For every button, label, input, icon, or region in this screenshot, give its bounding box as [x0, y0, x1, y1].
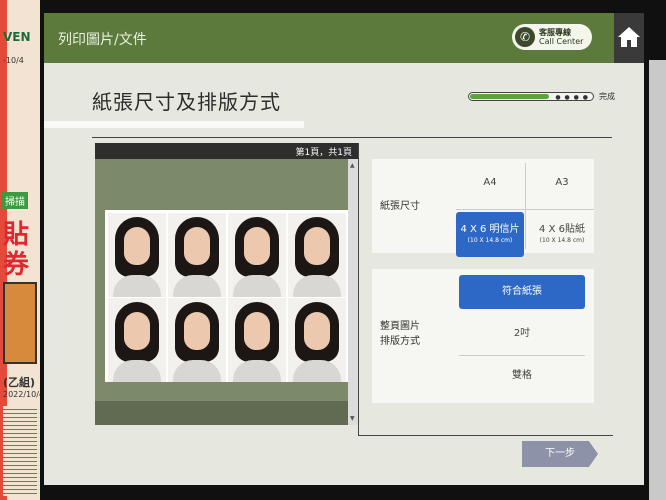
photo-face	[124, 312, 150, 350]
paper-size-label: 紙張尺寸	[380, 201, 420, 212]
progress-bar: ● ● ● ●	[468, 92, 594, 101]
page-title: 紙張尺寸及排版方式	[92, 90, 281, 114]
home-icon	[618, 27, 640, 47]
page-indicator: 第1頁，共1頁	[295, 148, 352, 158]
id-photo	[288, 298, 346, 382]
vertical-divider	[358, 143, 359, 435]
paper-size-a3-label: A3	[555, 177, 569, 188]
screen-glare	[44, 121, 304, 128]
photo-shoulders	[173, 275, 221, 297]
photo-shoulders	[233, 275, 281, 297]
paper-size-a3[interactable]: A3	[528, 163, 596, 208]
preview-header: 第1頁，共1頁	[95, 143, 358, 159]
photo-shoulders	[293, 360, 341, 382]
progress-fill	[470, 94, 549, 99]
id-photo	[168, 298, 226, 382]
id-photo	[228, 213, 286, 297]
layout-label-1: 整頁圖片	[380, 321, 420, 332]
layout-fit-paper[interactable]: 符合紙張	[459, 275, 585, 309]
layout-label-2: 排版方式	[380, 336, 420, 347]
paper-size-hsep	[456, 209, 594, 210]
poster-illustration	[3, 282, 37, 364]
id-photo	[108, 213, 166, 297]
photo-face	[184, 227, 210, 265]
layout-2-inch[interactable]: 2吋	[459, 317, 585, 351]
poster-date-bottom: 2022/10/4	[3, 390, 40, 399]
scroll-down-icon[interactable]: ▼	[350, 415, 355, 422]
paper-size-a4[interactable]: A4	[456, 163, 524, 208]
layout-double-grid[interactable]: 雙格	[459, 359, 585, 393]
call-center-label-en: Call Center	[539, 37, 584, 46]
paper-size-postcard-dims: (10 X 14.8 cm)	[467, 237, 513, 244]
print-preview: 第1頁，共1頁 ▲ ▼	[95, 143, 358, 425]
bottom-divider	[358, 435, 613, 436]
paper-size-4x6-sticker[interactable]: 4 X 6貼紙 (10 X 14.8 cm)	[528, 212, 596, 257]
poster-green-tag: 掃描	[2, 192, 28, 209]
id-photo	[288, 213, 346, 297]
preview-sheet	[105, 210, 348, 382]
paper-size-vsep	[525, 163, 526, 249]
photo-shoulders	[173, 360, 221, 382]
progress-dots: ● ● ● ●	[555, 94, 589, 101]
photo-face	[304, 227, 330, 265]
preview-footer	[95, 401, 348, 425]
photo-face	[184, 312, 210, 350]
preview-scrollbar[interactable]: ▲ ▼	[348, 159, 358, 425]
home-button[interactable]	[614, 13, 644, 63]
poster-big-text-2: 券	[3, 250, 30, 280]
photo-face	[244, 227, 270, 265]
kiosk-screen: 列印圖片/文件 ✆ 客服專線 Call Center 紙張尺寸及排版方式 ● ●…	[44, 13, 644, 485]
paper-size-sticker-label: 4 X 6貼紙	[539, 224, 585, 235]
next-button[interactable]: 下一步	[522, 441, 598, 467]
poster-fine-print	[3, 406, 37, 496]
photo-shoulders	[113, 275, 161, 297]
paper-size-a4-label: A4	[483, 177, 497, 188]
paper-size-4x6-postcard[interactable]: 4 X 6 明信片 (10 X 14.8 cm)	[456, 212, 524, 257]
photo-face	[244, 312, 270, 350]
layout-separator	[459, 355, 585, 356]
poster-date-top: -10/4	[3, 56, 24, 65]
photo-shoulders	[233, 360, 281, 382]
id-photo	[168, 213, 226, 297]
progress-label: 完成	[599, 92, 615, 101]
photo-shoulders	[113, 360, 161, 382]
poster-group: (乙組)	[3, 376, 36, 389]
breadcrumb: 列印圖片/文件	[58, 32, 147, 48]
top-bar: 列印圖片/文件 ✆ 客服專線 Call Center	[44, 13, 644, 63]
title-divider	[92, 137, 612, 138]
photo-shoulders	[293, 275, 341, 297]
scroll-up-icon[interactable]: ▲	[350, 162, 355, 169]
id-photo	[108, 298, 166, 382]
kiosk-side-rail	[649, 60, 666, 500]
photo-face	[304, 312, 330, 350]
side-poster: VEN -10/4 掃描 貼 券 (乙組) 2022/10/4	[0, 0, 40, 500]
call-center-button[interactable]: ✆ 客服專線 Call Center	[512, 24, 592, 50]
id-photo	[228, 298, 286, 382]
phone-icon: ✆	[515, 27, 535, 47]
paper-size-postcard-label: 4 X 6 明信片	[460, 224, 520, 235]
photo-face	[124, 227, 150, 265]
paper-size-sticker-dims: (10 X 14.8 cm)	[539, 237, 585, 244]
poster-brand: VEN	[3, 30, 31, 44]
